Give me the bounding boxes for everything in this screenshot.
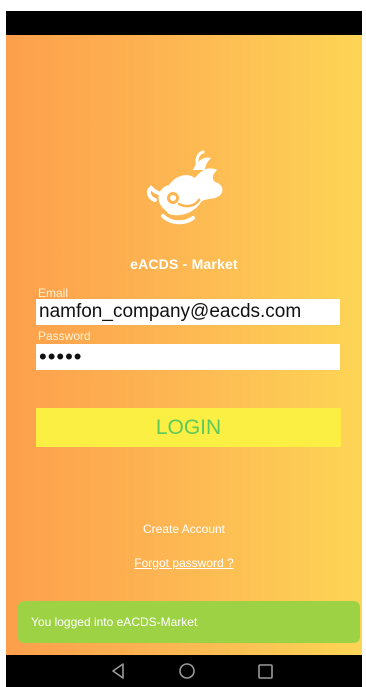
email-label: Email [38,286,69,300]
recents-icon [258,664,273,679]
home-icon [179,663,195,679]
phone-screen: eACDS - Market Email namfon_company@eacd… [6,11,362,687]
home-button[interactable] [167,655,207,687]
app-title: eACDS - Market [130,256,238,272]
login-button[interactable]: LOGIN [36,408,341,447]
password-label: Password [38,329,91,343]
password-field[interactable]: ••••• [36,344,340,370]
status-bar [6,11,362,35]
back-button[interactable] [98,655,138,687]
toast-message: You logged into eACDS-Market [18,601,360,643]
forgot-password-link[interactable]: Forgot password ? [6,556,362,570]
create-account-link[interactable]: Create Account [6,522,362,536]
login-screen: eACDS - Market Email namfon_company@eacd… [6,35,362,655]
email-field[interactable]: namfon_company@eacds.com [36,299,340,325]
app-logo-icon [146,150,223,225]
recents-button[interactable] [246,655,286,687]
navigation-bar [6,655,362,687]
back-icon [112,663,124,679]
